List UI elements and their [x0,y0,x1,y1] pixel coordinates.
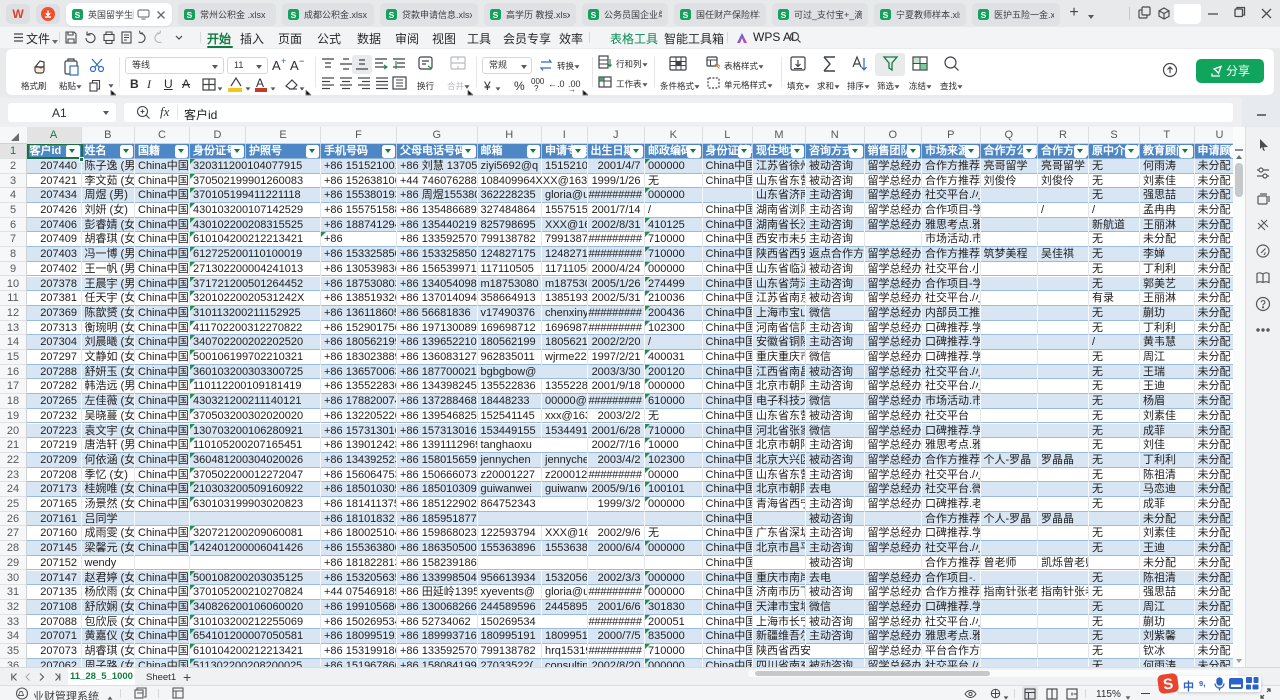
svg-text:W: W [12,7,24,21]
